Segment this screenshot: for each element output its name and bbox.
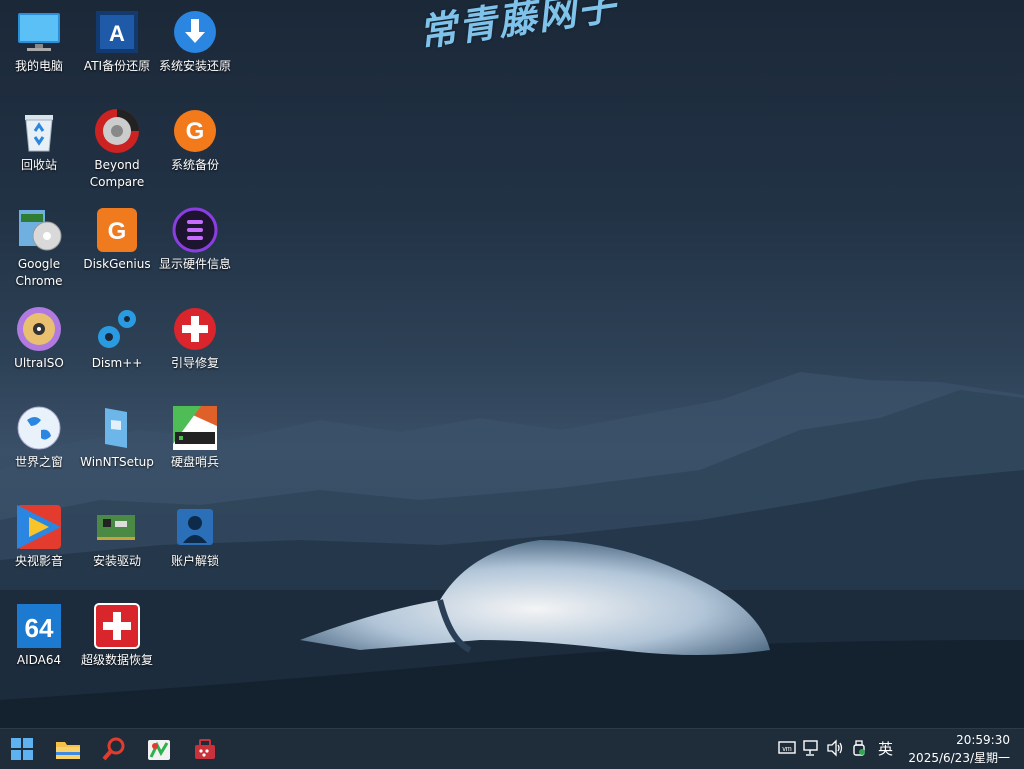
desktop-icon[interactable]: G DiskGenius: [78, 198, 156, 273]
desktop-icon-label: 硬盘哨兵: [170, 455, 219, 469]
desktop-icon-label: AIDA64: [16, 653, 62, 667]
volume-icon: [827, 739, 843, 757]
start-button[interactable]: [8, 735, 36, 763]
desktop-icon[interactable]: 超级数据恢复: [78, 594, 156, 669]
monitor-icon: [15, 8, 63, 56]
volume-tray-button[interactable]: [826, 739, 844, 757]
g-backup-icon: G: [171, 107, 219, 155]
svg-text:G: G: [186, 118, 205, 145]
desktop-icon-label: 央视影音: [14, 554, 63, 568]
desktop-icon[interactable]: 硬盘哨兵: [156, 396, 234, 471]
network-tray-button[interactable]: [802, 739, 820, 757]
desktop-icon-label: DiskGenius: [83, 257, 151, 271]
desktop-icon[interactable]: 我的电脑: [0, 0, 78, 75]
desktop-icon-label: Dism++: [91, 356, 143, 370]
download-arrow-icon: [171, 8, 219, 56]
hardware-info-icon: [171, 206, 219, 254]
desktop-icon[interactable]: 系统安装还原: [156, 0, 234, 75]
start-icon: [11, 738, 33, 760]
desktop-icon[interactable]: 世界之窗: [0, 396, 78, 471]
winntsetup-icon: [93, 404, 141, 452]
desktop-icon[interactable]: 64 AIDA64: [0, 594, 78, 669]
desktop-icon-label: 世界之窗: [14, 455, 63, 469]
globe-icon: [15, 404, 63, 452]
desktop-icon[interactable]: Beyond Compare: [78, 99, 156, 191]
svg-text:vm: vm: [782, 746, 792, 753]
desktop-icon[interactable]: 回收站: [0, 99, 78, 174]
desktop-icon-label: 系统备份: [170, 158, 219, 172]
file-explorer-button[interactable]: [54, 735, 82, 763]
desktop-icon-label: 超级数据恢复: [80, 653, 153, 667]
search-magnifier-icon: [102, 737, 125, 761]
desktop-icon-label: 引导修复: [170, 356, 219, 370]
setup-cd-icon: [15, 206, 63, 254]
svg-text:G: G: [108, 218, 127, 245]
clock-time: 20:59:30: [956, 733, 1010, 747]
usb-tray-button[interactable]: [850, 739, 868, 757]
search-button[interactable]: [100, 735, 128, 763]
desktop-icon[interactable]: 显示硬件信息: [156, 198, 234, 273]
desktop-icon[interactable]: UltraISO: [0, 297, 78, 372]
desktop-icon[interactable]: 安装驱动: [78, 495, 156, 570]
desktop-icon-label: 显示硬件信息: [158, 257, 231, 271]
desktop-icon-label: 我的电脑: [14, 59, 63, 73]
red-cross-icon: [171, 305, 219, 353]
clock[interactable]: 20:59:30 2025/6/23/星期一: [900, 731, 1010, 767]
data-recovery-icon: [93, 602, 141, 650]
vm-tray-button[interactable]: vm: [778, 739, 796, 757]
svg-text:64: 64: [25, 613, 54, 643]
desktop-icon[interactable]: A ATI备份还原: [78, 0, 156, 75]
media-player-icon: [15, 503, 63, 551]
desktop-icon-label: 系统安装还原: [158, 59, 231, 73]
desktop-icon-label: Beyond Compare: [89, 158, 145, 189]
diskgenius-icon: G: [93, 206, 141, 254]
beyond-compare-icon: [93, 107, 141, 155]
acronis-icon: A: [93, 8, 141, 56]
desktop-icon[interactable]: Dism++: [78, 297, 156, 372]
desktop[interactable]: 常青藤网子 我的电脑 A ATI备份还原 系统安装还原 回收站 Beyond Compar…: [0, 0, 1024, 728]
file-explorer-icon: [56, 742, 80, 759]
gears-icon: [93, 305, 141, 353]
desktop-icon[interactable]: Google Chrome: [0, 198, 78, 290]
disc-icon: [15, 305, 63, 353]
recycle-bin-icon: [15, 107, 63, 155]
hard-disk-sentinel-icon: [171, 404, 219, 452]
desktop-icon-label: UltraISO: [14, 356, 64, 370]
circuit-board-icon: [93, 503, 141, 551]
clock-date: 2025/6/23/星期一: [908, 751, 1010, 765]
network-icon: [803, 740, 818, 756]
desktop-icon-label: ATI备份还原: [83, 59, 151, 73]
toolbox-icon: [195, 739, 215, 759]
desktop-icon[interactable]: WinNTSetup: [78, 396, 156, 471]
toolbox-button[interactable]: [191, 735, 219, 763]
svg-text:A: A: [109, 21, 125, 46]
desktop-icon-label: 账户解锁: [170, 554, 219, 568]
ime-indicator[interactable]: 英: [878, 738, 893, 759]
app-icon: [148, 740, 170, 760]
desktop-icon[interactable]: 央视影音: [0, 495, 78, 570]
pinned-app-button[interactable]: [145, 735, 173, 763]
desktop-icon-label: 回收站: [20, 158, 57, 172]
desktop-icon[interactable]: G 系统备份: [156, 99, 234, 174]
usb-icon: [853, 740, 865, 756]
user-accounts-icon: [171, 503, 219, 551]
desktop-icon-label: 安装驱动: [92, 554, 141, 568]
desktop-icon[interactable]: 引导修复: [156, 297, 234, 372]
aida64-icon: 64: [15, 602, 63, 650]
desktop-icon-label: WinNTSetup: [80, 455, 154, 469]
desktop-icon-label: Google Chrome: [15, 257, 63, 288]
taskbar: vm 英 20:59:30 2025/6/23/星期一: [0, 728, 1024, 769]
desktop-icon[interactable]: 账户解锁: [156, 495, 234, 570]
vm-icon: vm: [778, 741, 796, 754]
